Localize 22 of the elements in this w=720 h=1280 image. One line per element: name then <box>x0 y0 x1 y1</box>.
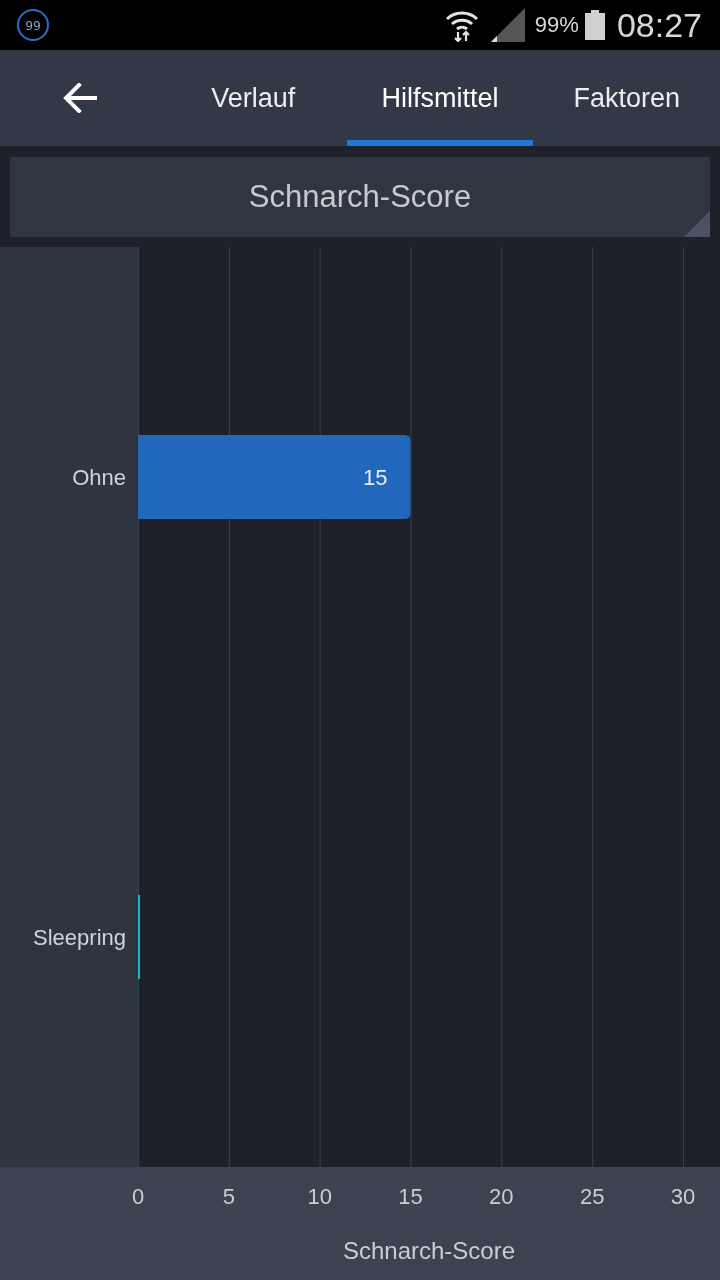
tick-label: 10 <box>307 1184 332 1209</box>
signal-icon <box>490 8 525 42</box>
battery-icon <box>584 10 605 40</box>
tick-label: 15 <box>398 1184 423 1209</box>
notification-badge: 99 <box>17 9 49 41</box>
metric-dropdown[interactable]: Schnarch-Score <box>10 157 710 237</box>
corner-triangle-icon <box>684 211 710 237</box>
tab[interactable]: Faktoren <box>533 50 720 146</box>
category-label: Sleepring <box>33 925 126 950</box>
tick-label: 25 <box>579 1184 605 1209</box>
category-label: Ohne <box>72 465 126 490</box>
tick-label: 5 <box>222 1184 235 1209</box>
bar-value-label: 15 <box>363 465 388 490</box>
tick-label: 0 <box>131 1184 145 1209</box>
tick-label: 20 <box>489 1184 514 1209</box>
tab[interactable]: Verlauf <box>160 50 347 146</box>
clock-time: 08:27 <box>616 5 702 45</box>
back-arrow-icon <box>63 83 97 113</box>
tick-label: 30 <box>670 1184 696 1209</box>
battery-percent: 99% <box>534 12 579 38</box>
axis-title: Schnarch-Score <box>342 1237 516 1264</box>
tab[interactable]: Hilfsmittel <box>346 50 534 146</box>
